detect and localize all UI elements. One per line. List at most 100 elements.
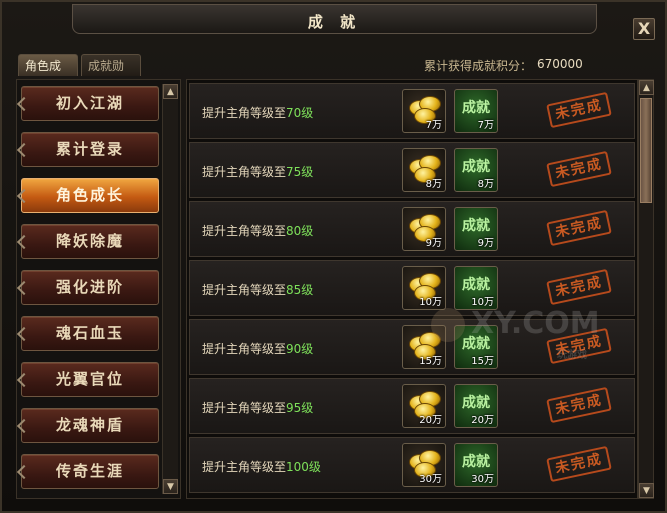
corner-ornament-icon xyxy=(16,188,32,204)
achievement-description: 提升主角等级至75级 xyxy=(202,163,313,180)
achievement-level: 90级 xyxy=(286,342,314,356)
gold-reward[interactable]: 7万 xyxy=(402,89,446,133)
category-label: 光翼官位 xyxy=(55,370,124,388)
gold-reward[interactable]: 9万 xyxy=(402,207,446,251)
achievement-scrollbar[interactable]: ▲ ▼ xyxy=(638,79,654,499)
achievement-prefix: 提升主角等级至 xyxy=(202,401,287,415)
category-longhunShendun[interactable]: 龙魂神盾 xyxy=(16,408,159,443)
status-stamp: 未完成 xyxy=(546,268,612,306)
watermark-text: XY.COM xyxy=(471,306,600,341)
category-label: 初入江湖 xyxy=(55,94,124,112)
achievement-window: 成 就 X 角色成就 成就勋章 累计获得成就积分： 670000 初入江湖 累计… xyxy=(0,0,667,513)
status-stamp: 未完成 xyxy=(546,209,612,247)
category-label: 累计登录 xyxy=(55,140,124,158)
scroll-up-icon[interactable]: ▲ xyxy=(163,84,178,99)
achievement-row: 提升主角等级至70级 7万 成就 7万 未完成 xyxy=(189,83,635,139)
achievement-description: 提升主角等级至100级 xyxy=(202,458,321,475)
achievement-points-icon: 成就 xyxy=(462,218,490,234)
tab-character-achievements[interactable]: 角色成就 xyxy=(18,54,78,95)
category-jueseChengzhang[interactable]: 角色成长 xyxy=(16,178,159,213)
gold-reward[interactable]: 20万 xyxy=(402,384,446,428)
scroll-down-icon[interactable]: ▼ xyxy=(639,483,654,498)
watermark-subtext: 玩游戏 xyxy=(557,350,587,361)
category-scrollbar[interactable]: ▲ ▼ xyxy=(162,84,178,494)
category-hunshiXueyu[interactable]: 魂石血玉 xyxy=(16,316,159,351)
achievement-row: 提升主角等级至100级 30万 成就 30万 未完成 xyxy=(189,437,635,493)
achievement-points-reward[interactable]: 成就 10万 xyxy=(454,266,498,310)
gold-amount: 20万 xyxy=(419,415,442,426)
category-label: 传奇生涯 xyxy=(55,462,124,480)
achievement-level: 95级 xyxy=(286,401,314,415)
achievement-points-amount: 8万 xyxy=(477,179,494,190)
gold-reward[interactable]: 10万 xyxy=(402,266,446,310)
tab-achievement-medals[interactable]: 成就勋章 xyxy=(81,54,141,95)
achievement-points-reward[interactable]: 成就 8万 xyxy=(454,148,498,192)
achievement-row: 提升主角等级至80级 9万 成就 9万 未完成 xyxy=(189,201,635,257)
gold-amount: 7万 xyxy=(425,120,442,131)
owl-logo-icon xyxy=(431,308,465,342)
category-guangyiGuanwei[interactable]: 光翼官位 xyxy=(16,362,159,397)
achievement-level: 85级 xyxy=(286,283,314,297)
category-xiangyaoChumo[interactable]: 降妖除魔 xyxy=(16,224,159,259)
achievement-list: 提升主角等级至70级 7万 成就 7万 未完成 提升主角等级至75级 8万 成就… xyxy=(186,79,638,499)
achievement-prefix: 提升主角等级至 xyxy=(202,460,287,474)
category-leijiDenglu[interactable]: 累计登录 xyxy=(16,132,159,167)
achievement-points-icon: 成就 xyxy=(462,395,490,411)
achievement-points-reward[interactable]: 成就 20万 xyxy=(454,384,498,428)
gold-amount: 8万 xyxy=(425,179,442,190)
gold-amount: 9万 xyxy=(425,238,442,249)
gold-amount: 30万 xyxy=(419,474,442,485)
category-label: 龙魂神盾 xyxy=(55,416,124,434)
achievement-level: 75级 xyxy=(286,165,314,179)
corner-ornament-icon xyxy=(16,372,32,388)
achievement-points-reward[interactable]: 成就 7万 xyxy=(454,89,498,133)
achievement-points-reward[interactable]: 成就 9万 xyxy=(454,207,498,251)
title-bar: 成 就 xyxy=(72,4,597,34)
achievement-points-reward[interactable]: 成就 30万 xyxy=(454,443,498,487)
corner-ornament-icon xyxy=(16,96,32,112)
achievement-description: 提升主角等级至70级 xyxy=(202,104,313,121)
achievement-points-icon: 成就 xyxy=(462,454,490,470)
corner-ornament-icon xyxy=(16,142,32,158)
scroll-thumb[interactable] xyxy=(640,98,652,203)
achievement-points-icon: 成就 xyxy=(462,277,490,293)
achievement-prefix: 提升主角等级至 xyxy=(202,283,287,297)
achievement-prefix: 提升主角等级至 xyxy=(202,165,287,179)
achievement-points-amount: 20万 xyxy=(471,415,494,426)
corner-ornament-icon xyxy=(16,280,32,296)
category-qianghuaJinjie[interactable]: 强化进阶 xyxy=(16,270,159,305)
corner-ornament-icon xyxy=(16,464,32,480)
scroll-down-icon[interactable]: ▼ xyxy=(163,479,178,494)
achievement-level: 100级 xyxy=(286,460,321,474)
scroll-up-icon[interactable]: ▲ xyxy=(639,80,654,95)
category-list: 初入江湖 累计登录 角色成长 降妖除魔 强化进阶 魂石血玉 光翼官位 龙魂神盾 … xyxy=(16,79,181,499)
category-chuanqiShengya[interactable]: 传奇生涯 xyxy=(16,454,159,489)
corner-ornament-icon xyxy=(16,234,32,250)
gold-reward[interactable]: 30万 xyxy=(402,443,446,487)
achievement-row: 提升主角等级至95级 20万 成就 20万 未完成 xyxy=(189,378,635,434)
status-stamp: 未完成 xyxy=(546,91,612,129)
score-value: 670000 xyxy=(537,57,583,71)
achievement-level: 70级 xyxy=(286,106,314,120)
category-label: 强化进阶 xyxy=(55,278,124,296)
achievement-points-amount: 30万 xyxy=(471,474,494,485)
gold-reward[interactable]: 8万 xyxy=(402,148,446,192)
watermark: XY.COM 玩游戏 xyxy=(431,306,631,366)
score-label: 累计获得成就积分： xyxy=(424,59,533,73)
category-label: 魂石血玉 xyxy=(55,324,124,342)
achievement-prefix: 提升主角等级至 xyxy=(202,342,287,356)
corner-ornament-icon xyxy=(16,326,32,342)
status-stamp: 未完成 xyxy=(546,386,612,424)
category-label: 角色成长 xyxy=(55,186,124,204)
corner-ornament-icon xyxy=(16,418,32,434)
achievement-points-amount: 7万 xyxy=(477,120,494,131)
achievement-description: 提升主角等级至95级 xyxy=(202,399,313,416)
achievement-description: 提升主角等级至85级 xyxy=(202,281,313,298)
achievement-points-icon: 成就 xyxy=(462,159,490,175)
window-title: 成 就 xyxy=(307,13,362,31)
achievement-prefix: 提升主角等级至 xyxy=(202,106,287,120)
category-chuRuJiangHu[interactable]: 初入江湖 xyxy=(16,86,159,121)
achievement-points-icon: 成就 xyxy=(462,100,490,116)
close-icon[interactable]: X xyxy=(633,18,655,40)
status-stamp: 未完成 xyxy=(546,445,612,483)
